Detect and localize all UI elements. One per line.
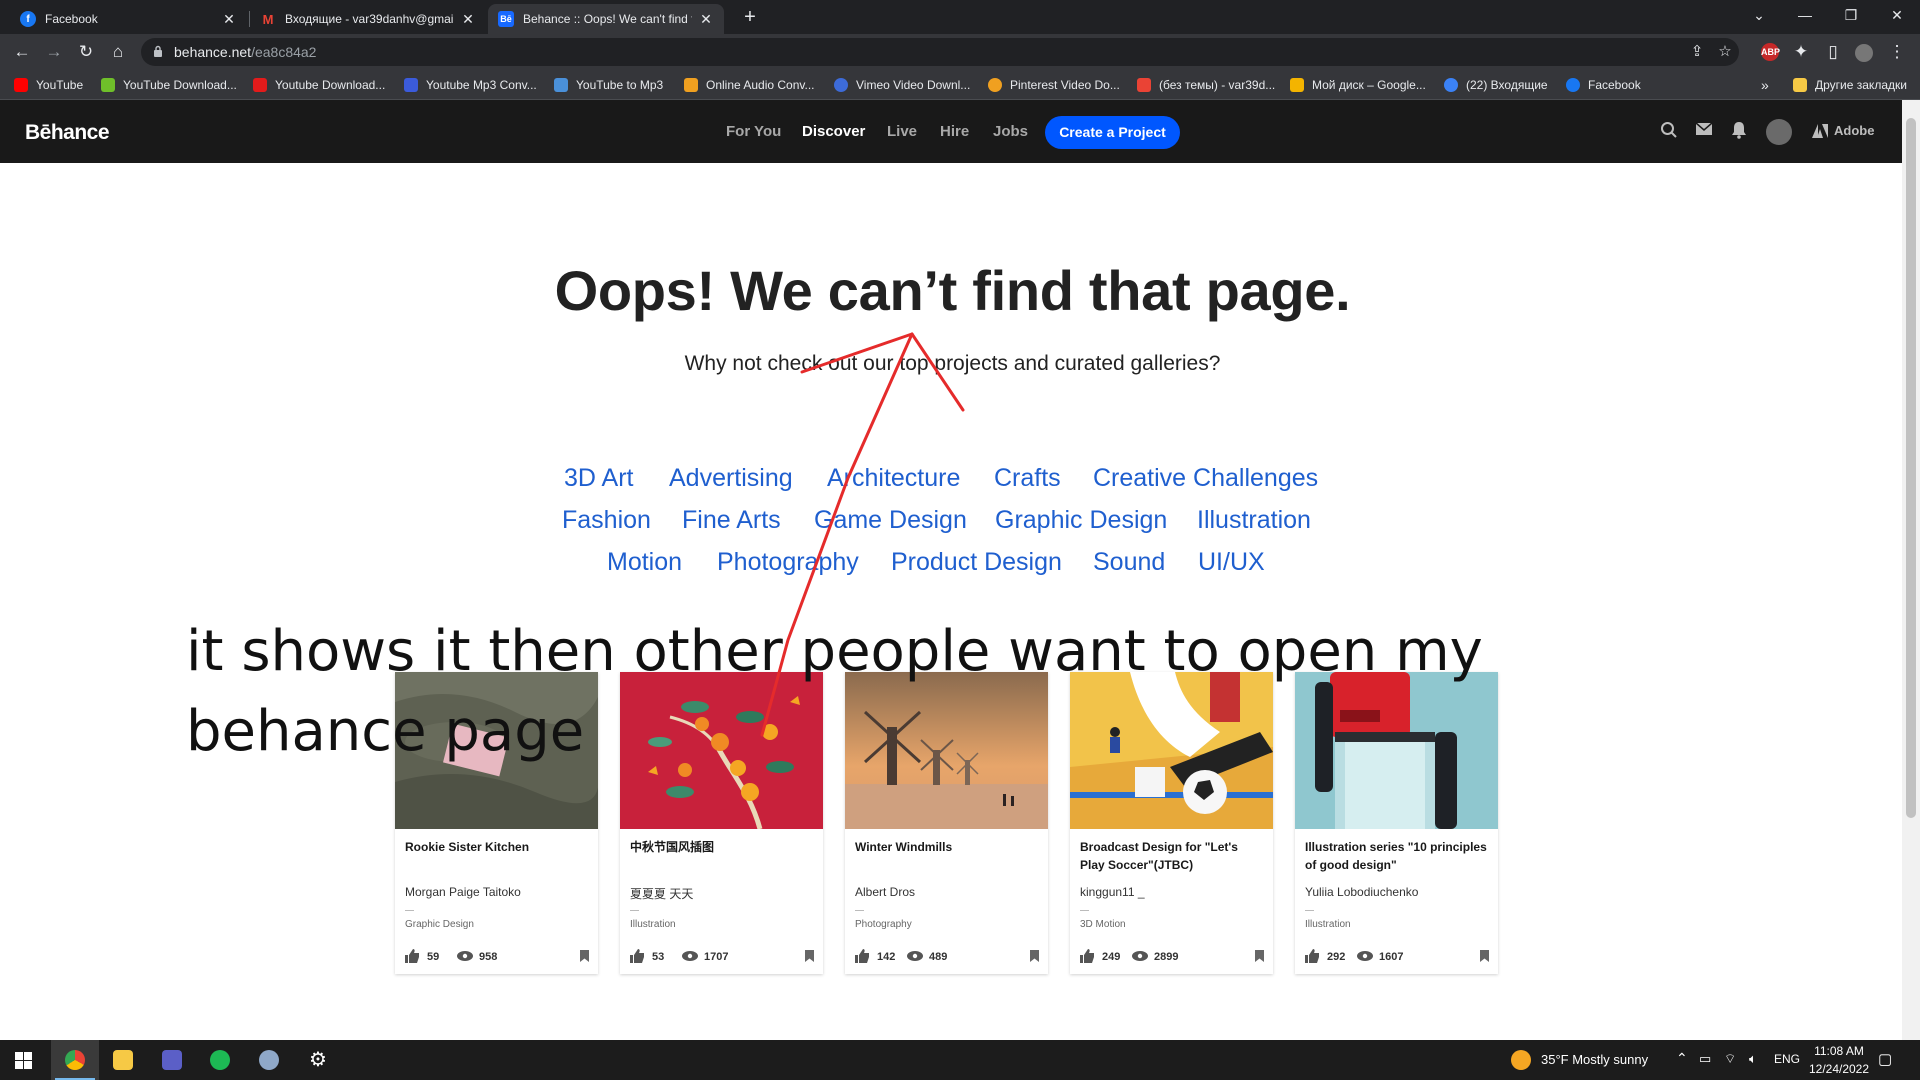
notification-center-icon[interactable]: ▢ (1878, 1050, 1892, 1068)
teams-icon (162, 1050, 182, 1070)
taskbar-teams[interactable] (148, 1040, 196, 1080)
weather-text[interactable]: 35°F Mostly sunny (1541, 1052, 1648, 1067)
audio-app-icon (210, 1050, 230, 1070)
taskbar-chrome[interactable] (51, 1040, 99, 1080)
weather-sun-icon (1511, 1050, 1531, 1070)
show-hidden-icons-chevron-icon[interactable]: ⌃ (1676, 1050, 1688, 1067)
gear-icon: ⚙ (309, 1049, 327, 1071)
paint-palette-icon (259, 1050, 279, 1070)
meet-now-icon[interactable]: ▭ (1699, 1051, 1711, 1067)
taskbar-paint[interactable] (245, 1040, 293, 1080)
language-indicator[interactable]: ENG (1774, 1052, 1800, 1066)
page-scrollbar-thumb[interactable] (1906, 118, 1916, 818)
start-button[interactable] (0, 1040, 48, 1080)
taskbar-audio-app[interactable] (196, 1040, 244, 1080)
annotation-arrow (760, 332, 965, 737)
clock-time[interactable]: 11:08 AM (1809, 1044, 1869, 1058)
folder-icon (113, 1050, 133, 1070)
clock-date[interactable]: 12/24/2022 (1805, 1062, 1873, 1076)
taskbar-settings[interactable]: ⚙ (294, 1040, 342, 1080)
windows-logo-icon (15, 1052, 32, 1069)
wifi-icon[interactable]: ⌔ (1724, 1051, 1736, 1067)
volume-icon[interactable]: 🔈︎ (1749, 1051, 1757, 1067)
taskbar-file-explorer[interactable] (99, 1040, 147, 1080)
chrome-icon (65, 1050, 85, 1070)
windows-taskbar: ⚙ 35°F Mostly sunny ⌃ ▭ ⌔ 🔈︎ ENG 11:08 A… (0, 1040, 1920, 1080)
